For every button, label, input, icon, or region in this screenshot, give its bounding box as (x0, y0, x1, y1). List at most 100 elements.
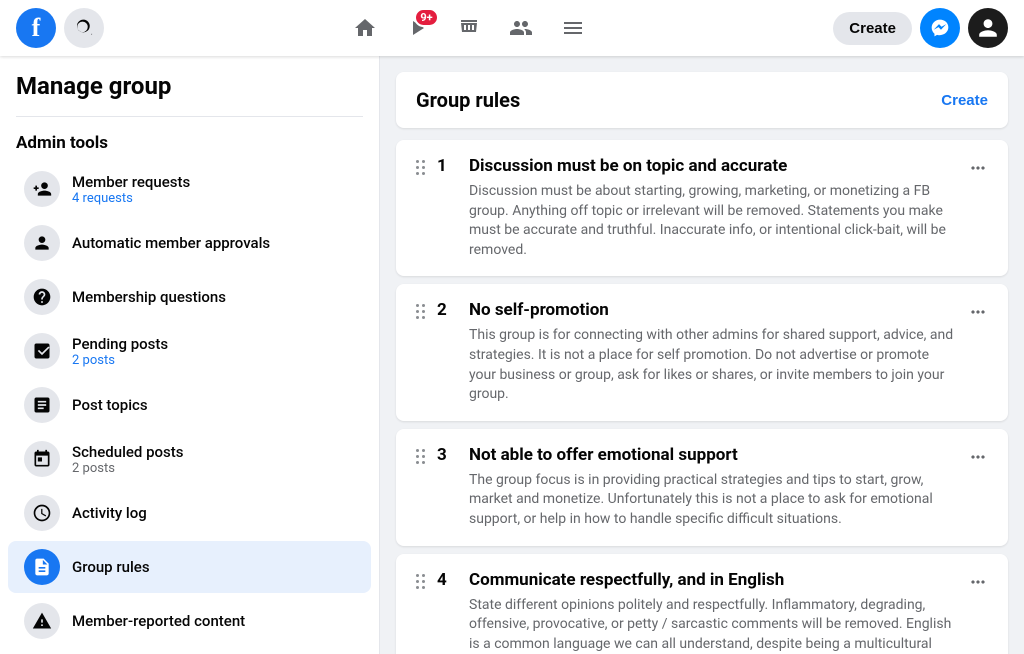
rule-desc-1: Discussion must be about starting, growi… (469, 182, 956, 260)
pending-posts-sub: 2 posts (72, 353, 168, 368)
rules-panel-title: Group rules (416, 88, 520, 112)
rule-more-button-3[interactable] (968, 445, 988, 471)
scheduled-posts-label: Scheduled posts (72, 443, 184, 461)
messenger-button[interactable] (920, 8, 960, 48)
sidebar-item-membership-questions[interactable]: Membership questions (8, 271, 371, 323)
rule-title-4: Communicate respectfully, and in English (469, 570, 956, 590)
person-check-icon (32, 233, 52, 253)
messenger-icon (930, 18, 950, 38)
drag-handle-4[interactable] (416, 570, 425, 589)
sidebar-item-post-topics[interactable]: Post topics (8, 379, 371, 431)
automatic-approvals-label: Automatic member approvals (72, 234, 270, 252)
groups-nav-button[interactable] (497, 4, 545, 52)
sidebar-item-automatic-approvals[interactable]: Automatic member approvals (8, 217, 371, 269)
membership-questions-label: Membership questions (72, 288, 226, 306)
membership-questions-text: Membership questions (72, 288, 226, 306)
clock-icon (32, 503, 52, 523)
group-rules-icon-container (24, 549, 60, 585)
activity-log-icon-container (24, 495, 60, 531)
rule-item-3: 3 Not able to offer emotional support Th… (396, 429, 1008, 546)
main-layout: Manage group Admin tools Member requests… (0, 56, 1024, 654)
group-rules-text: Group rules (72, 558, 150, 576)
sidebar: Manage group Admin tools Member requests… (0, 56, 380, 654)
menu-nav-button[interactable] (549, 4, 597, 52)
membership-questions-icon-container (24, 279, 60, 315)
member-requests-sub: 4 requests (72, 191, 190, 206)
member-reported-label: Member-reported content (72, 612, 245, 630)
top-navigation: f 9+ Create (0, 0, 1024, 56)
rule-item-4: 4 Communicate respectfully, and in Engli… (396, 554, 1008, 654)
rule-content-4: Communicate respectfully, and in English… (469, 570, 956, 654)
calendar-icon (32, 449, 52, 469)
facebook-logo[interactable]: f (16, 8, 56, 48)
member-reported-icon-container (24, 603, 60, 639)
marketplace-nav-button[interactable] (445, 4, 493, 52)
rule-number-4: 4 (437, 570, 457, 590)
activity-log-label: Activity log (72, 504, 147, 522)
automatic-approvals-icon-container (24, 225, 60, 261)
rule-title-2: No self-promotion (469, 300, 956, 320)
home-nav-button[interactable] (341, 4, 389, 52)
post-topics-label: Post topics (72, 396, 148, 414)
sidebar-item-member-requests[interactable]: Member requests 4 requests (8, 163, 371, 215)
member-reported-text: Member-reported content (72, 612, 245, 630)
pending-icon (32, 341, 52, 361)
menu-icon (561, 16, 585, 40)
store-icon (457, 16, 481, 40)
rule-desc-3: The group focus is in providing practica… (469, 471, 956, 530)
rule-more-button-1[interactable] (968, 156, 988, 182)
more-dots-icon-1 (968, 158, 988, 178)
activity-log-text: Activity log (72, 504, 147, 522)
user-avatar[interactable] (968, 8, 1008, 48)
rule-title-3: Not able to offer emotional support (469, 445, 956, 465)
more-dots-icon-2 (968, 302, 988, 322)
sidebar-item-activity-log[interactable]: Activity log (8, 487, 371, 539)
nav-left: f (16, 8, 104, 48)
rule-content-1: Discussion must be on topic and accurate… (469, 156, 956, 260)
drag-handle-1[interactable] (416, 156, 425, 175)
content-area: Group rules Create 1 Discussion must be … (380, 56, 1024, 654)
rule-more-button-2[interactable] (968, 300, 988, 326)
rule-item-1: 1 Discussion must be on topic and accura… (396, 140, 1008, 276)
rules-header-card: Group rules Create (396, 72, 1008, 128)
sidebar-title: Manage group (0, 72, 379, 108)
pending-posts-icon-container (24, 333, 60, 369)
pending-posts-text: Pending posts 2 posts (72, 335, 168, 368)
drag-handle-3[interactable] (416, 445, 425, 464)
rule-number-2: 2 (437, 300, 457, 320)
rule-desc-4: State different opinions politely and re… (469, 596, 956, 654)
admin-tools-section-title: Admin tools (0, 125, 379, 161)
drag-handle-2[interactable] (416, 300, 425, 319)
automatic-approvals-text: Automatic member approvals (72, 234, 270, 252)
rule-content-2: No self-promotion This group is for conn… (469, 300, 956, 404)
sidebar-item-member-reported[interactable]: Member-reported content (8, 595, 371, 647)
notification-badge: 9+ (414, 8, 438, 27)
scheduled-posts-text: Scheduled posts 2 posts (72, 443, 184, 476)
post-topics-icon-container (24, 387, 60, 423)
create-button[interactable]: Create (833, 12, 912, 45)
user-icon (977, 17, 999, 39)
topics-icon (32, 395, 52, 415)
pending-posts-label: Pending posts (72, 335, 168, 353)
search-icon (75, 19, 93, 37)
more-dots-icon-4 (968, 572, 988, 592)
rule-content-3: Not able to offer emotional support The … (469, 445, 956, 530)
more-dots-icon-3 (968, 447, 988, 467)
sidebar-item-group-rules[interactable]: Group rules (8, 541, 371, 593)
rules-create-button[interactable]: Create (941, 92, 988, 109)
search-button[interactable] (64, 8, 104, 48)
home-icon (353, 16, 377, 40)
person-add-icon (32, 179, 52, 199)
groups-icon (509, 16, 533, 40)
member-requests-icon-container (24, 171, 60, 207)
sidebar-item-pending-posts[interactable]: Pending posts 2 posts (8, 325, 371, 377)
scheduled-posts-sub: 2 posts (72, 461, 184, 476)
rule-number-1: 1 (437, 156, 457, 176)
rule-title-1: Discussion must be on topic and accurate (469, 156, 956, 176)
fb-logo-letter: f (32, 15, 41, 41)
rule-more-button-4[interactable] (968, 570, 988, 596)
nav-center: 9+ (104, 4, 833, 52)
rules-icon (32, 557, 52, 577)
video-nav-button[interactable]: 9+ (393, 4, 441, 52)
sidebar-item-scheduled-posts[interactable]: Scheduled posts 2 posts (8, 433, 371, 485)
